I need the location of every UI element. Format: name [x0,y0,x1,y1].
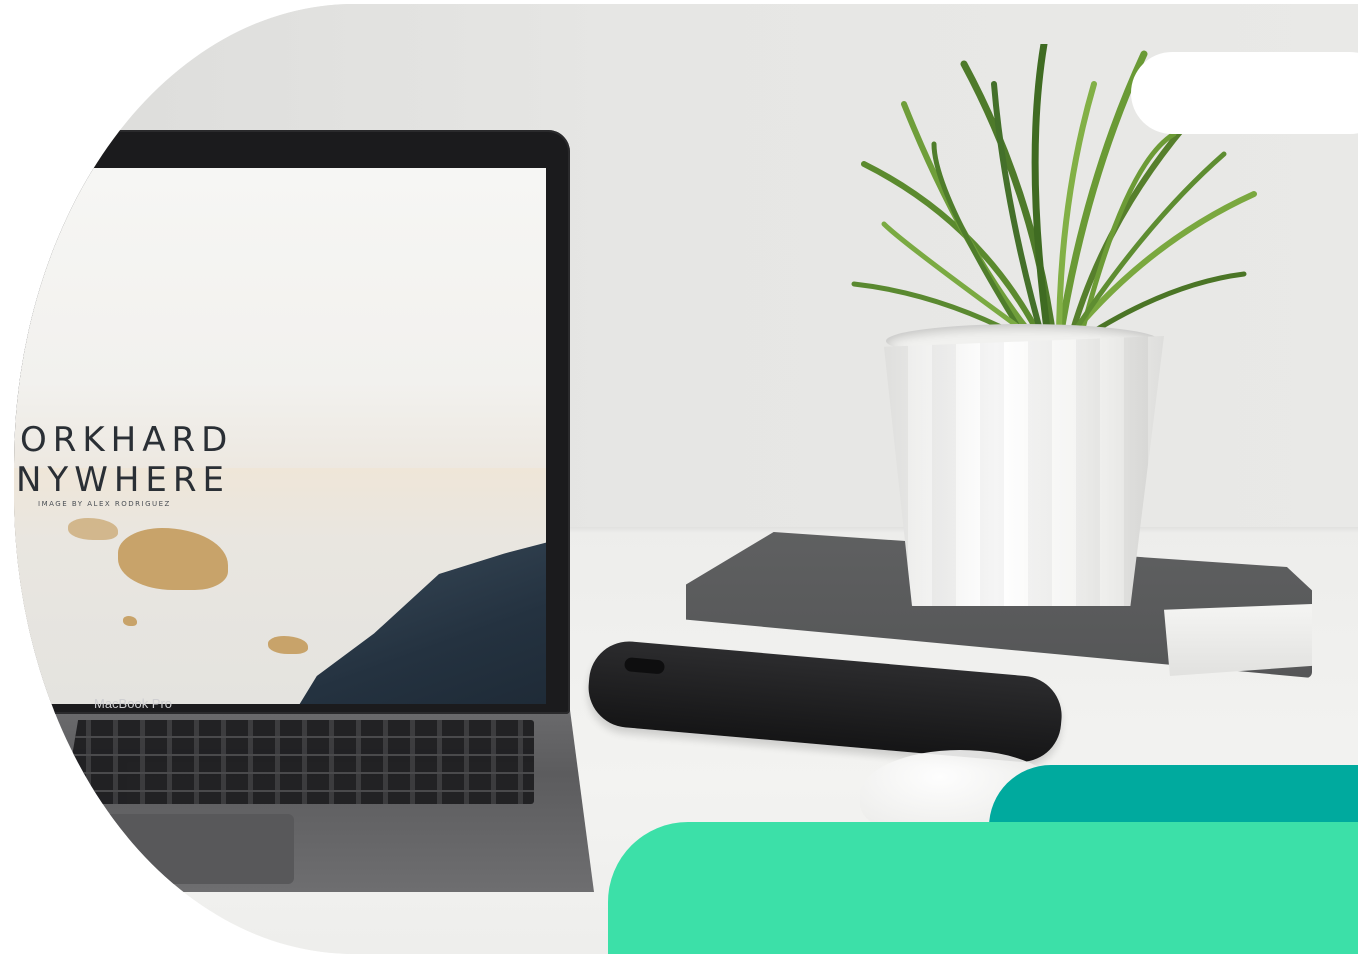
phone-camera [624,657,666,675]
screen-rock [268,636,308,654]
screen-title-line1: ORKHARD [20,420,234,460]
laptop-trackpad [94,814,294,884]
screen-title: ORKHARD NYWHERE [14,420,298,500]
screen-title-line2: NYWHERE [16,460,230,500]
keyboard-rows [64,720,534,804]
decorative-green-shape [608,822,1358,954]
hero-image-stage: ORKHARD NYWHERE IMAGE BY ALEX RODRIGUEZ … [0,0,1358,954]
notebook-pages [1164,604,1312,676]
laptop-brand-label: MacBook Pro [94,696,173,711]
plant-pot [884,336,1164,606]
laptop-screen: ORKHARD NYWHERE IMAGE BY ALEX RODRIGUEZ [14,168,546,704]
decorative-white-pill [1131,52,1358,134]
laptop-lid: ORKHARD NYWHERE IMAGE BY ALEX RODRIGUEZ [14,130,570,714]
screen-credit: IMAGE BY ALEX RODRIGUEZ [38,500,171,508]
screen-rock [123,616,137,626]
